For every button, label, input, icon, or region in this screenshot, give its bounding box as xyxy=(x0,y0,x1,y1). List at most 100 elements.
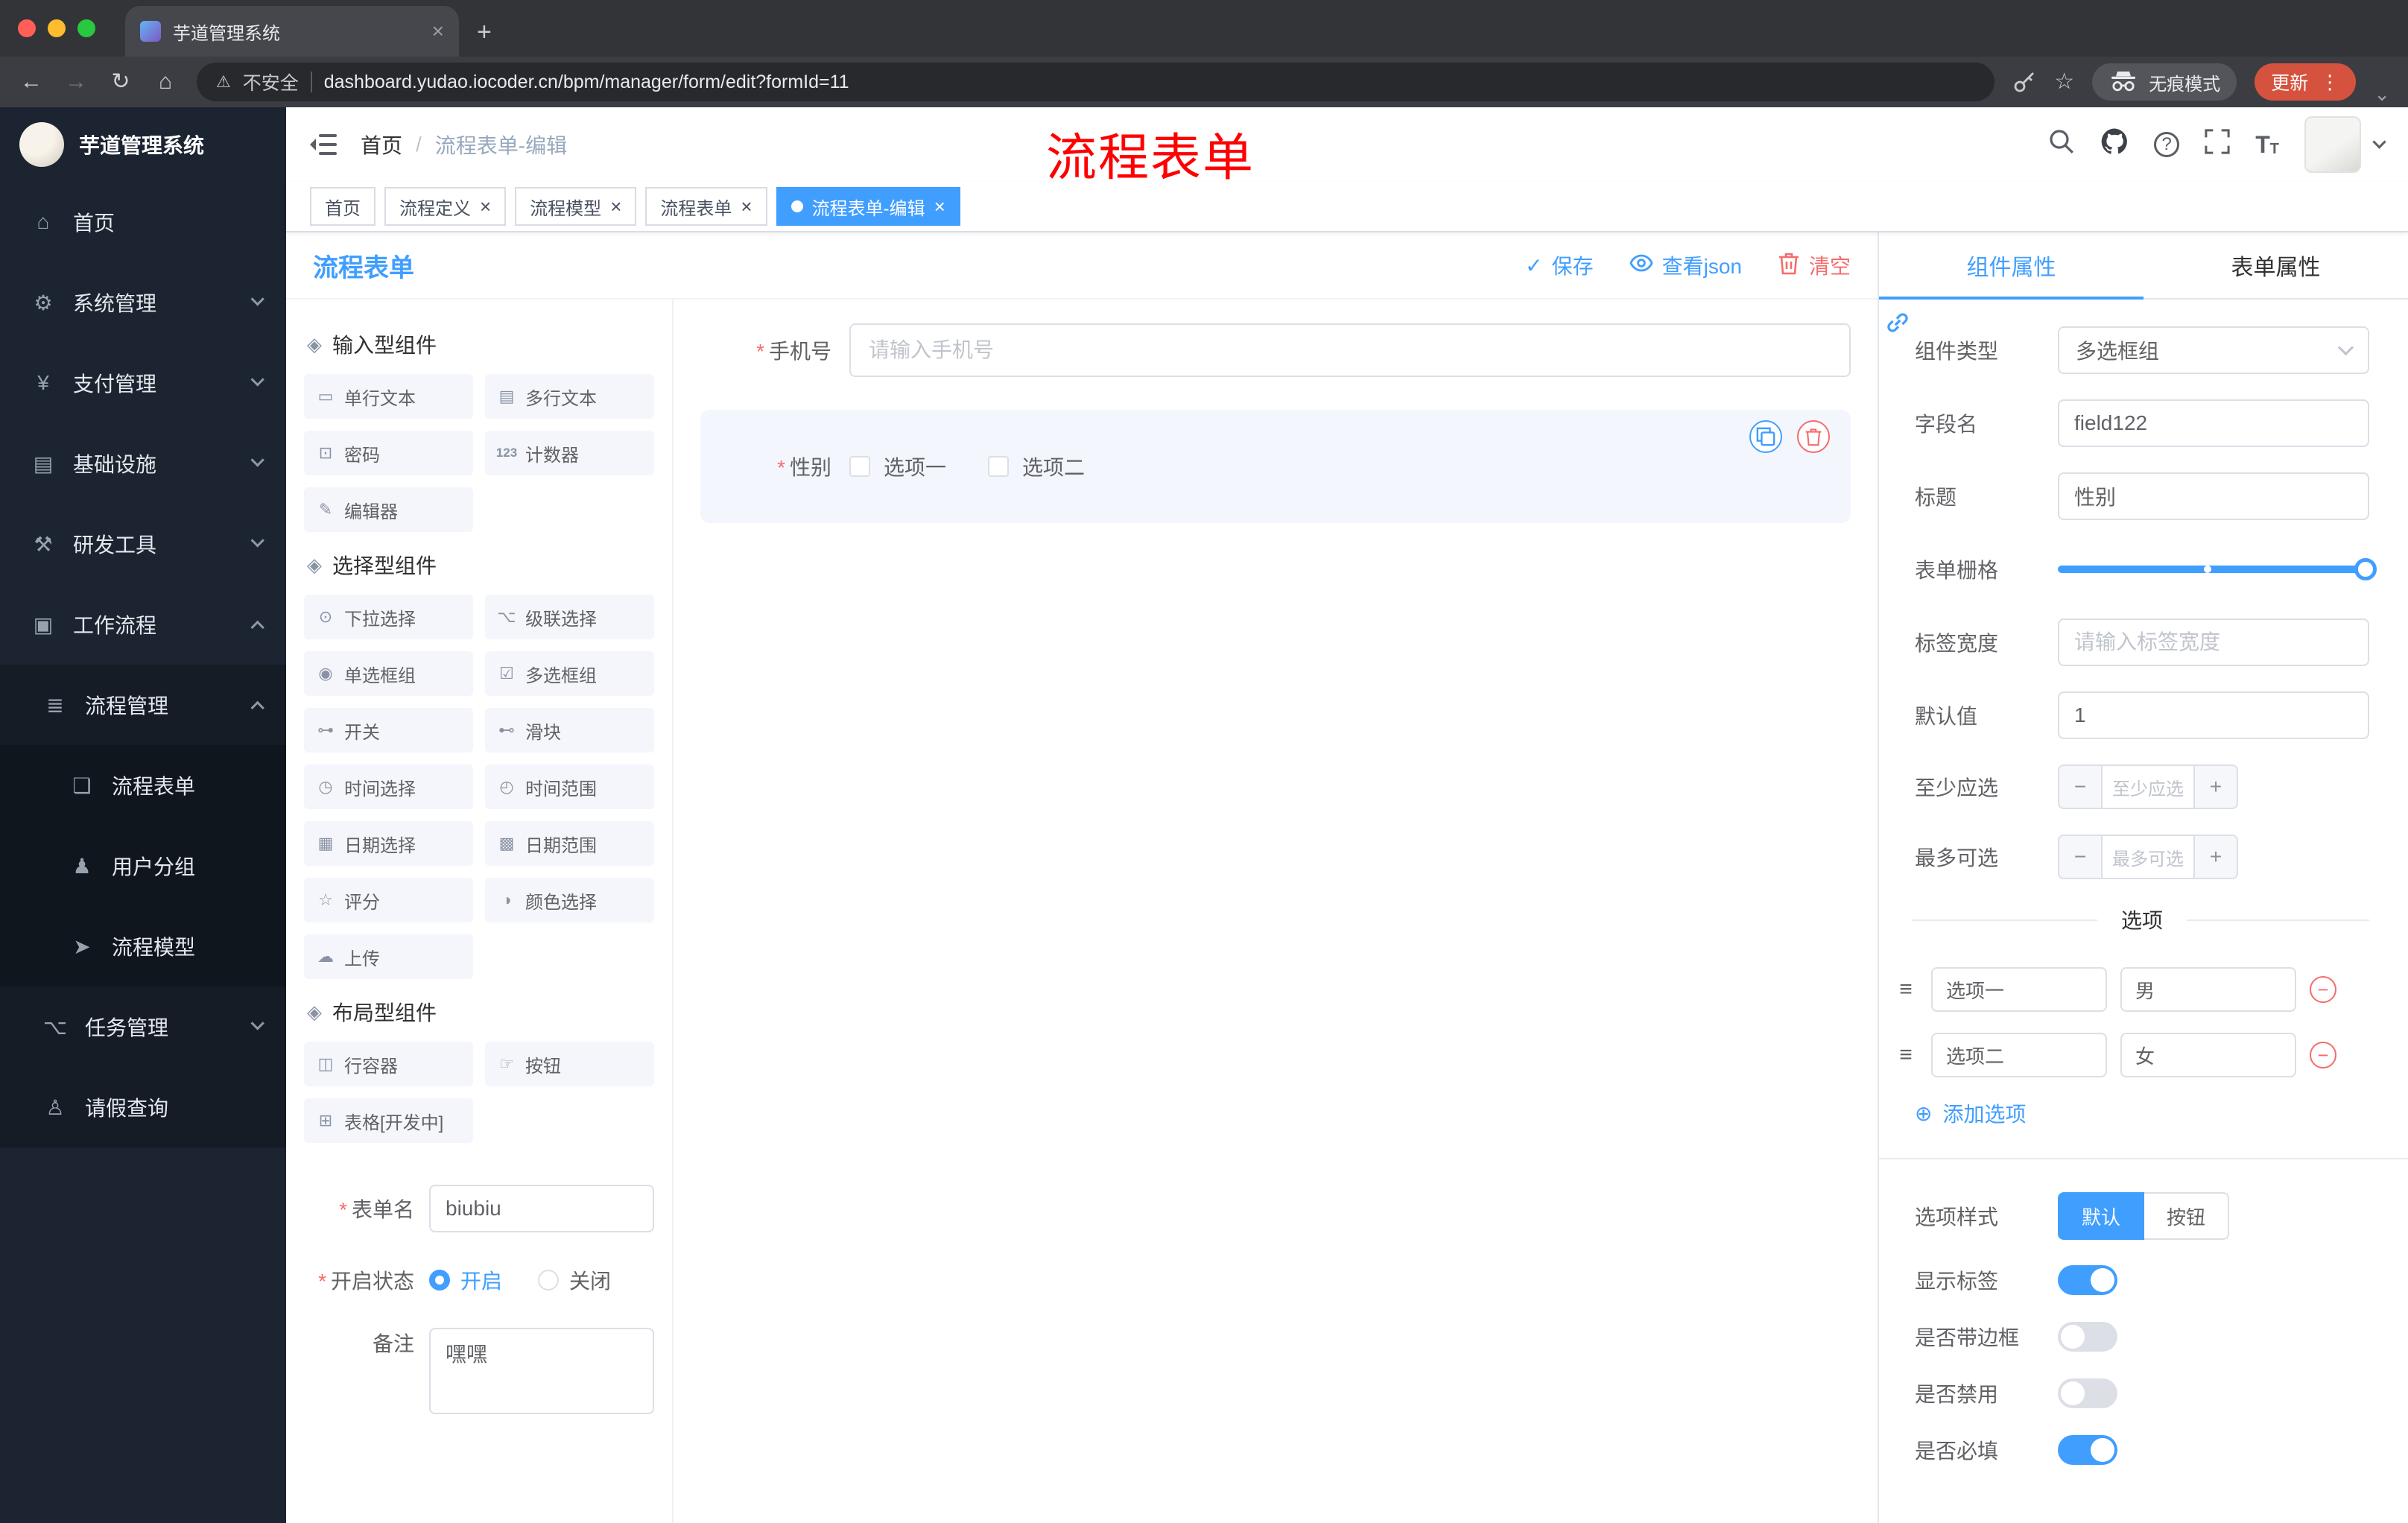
home-button[interactable]: ⌂ xyxy=(152,71,179,93)
disabled-switch[interactable] xyxy=(2058,1378,2117,1408)
increase-button[interactable]: + xyxy=(2193,836,2237,878)
tab-form-properties[interactable]: 表单属性 xyxy=(2144,232,2408,298)
sidebar-item-home[interactable]: ⌂ 首页 xyxy=(0,182,286,262)
default-value-input[interactable] xyxy=(2058,691,2369,739)
window-close-button[interactable] xyxy=(18,19,36,37)
palette-chip-editor[interactable]: ✎ 编辑器 xyxy=(304,487,473,532)
palette-chip-button[interactable]: ☞ 按钮 xyxy=(485,1042,654,1086)
tag-process-form[interactable]: 流程表单 × xyxy=(645,187,767,226)
palette-chip-cascader[interactable]: ⌥ 级联选择 xyxy=(485,595,654,639)
decrease-button[interactable]: − xyxy=(2059,766,2103,808)
field-name-input[interactable] xyxy=(2058,399,2369,447)
new-tab-button[interactable]: + xyxy=(477,19,492,45)
fullscreen-icon[interactable] xyxy=(2205,129,2230,160)
save-button[interactable]: ✓ 保存 xyxy=(1525,250,1593,280)
form-grid-slider[interactable] xyxy=(2058,545,2377,593)
option-2-label-input[interactable] xyxy=(1931,1033,2107,1077)
slider-handle[interactable] xyxy=(2354,558,2377,580)
phone-input[interactable] xyxy=(849,323,1851,377)
window-zoom-button[interactable] xyxy=(77,19,95,37)
palette-chip-password[interactable]: ⊡ 密码 xyxy=(304,431,473,475)
palette-chip-date-range[interactable]: ▩ 日期范围 xyxy=(485,821,654,866)
form-remark-textarea[interactable]: 嘿嘿 xyxy=(429,1328,654,1414)
help-icon[interactable]: ? xyxy=(2154,132,2180,157)
palette-chip-color-picker[interactable]: ◑ 颜色选择 xyxy=(485,878,654,922)
sidebar-item-workflow[interactable]: ▣ 工作流程 xyxy=(0,584,286,665)
tag-close-icon[interactable]: × xyxy=(741,197,752,216)
status-on-radio[interactable]: 开启 xyxy=(429,1265,502,1295)
link-icon[interactable] xyxy=(1885,310,1910,335)
forward-button[interactable]: → xyxy=(63,71,89,93)
drag-handle-icon[interactable]: ≡ xyxy=(1894,977,1918,1002)
window-minimize-button[interactable] xyxy=(48,19,66,37)
sidebar-item-process-form[interactable]: ❏ 流程表单 xyxy=(0,745,286,826)
palette-chip-row-container[interactable]: ◫ 行容器 xyxy=(304,1042,473,1086)
option-style-button-button[interactable]: 按钮 xyxy=(2144,1192,2230,1240)
tab-component-properties[interactable]: 组件属性 xyxy=(1879,232,2144,300)
sidebar-item-user-group[interactable]: ♟ 用户分组 xyxy=(0,826,286,906)
avatar-caret-icon[interactable] xyxy=(2372,134,2386,149)
palette-chip-slider[interactable]: ⊷ 滑块 xyxy=(485,708,654,753)
drag-handle-icon[interactable]: ≡ xyxy=(1894,1042,1918,1068)
address-bar[interactable]: ⚠ 不安全 dashboard.yudao.iocoder.cn/bpm/man… xyxy=(197,63,1995,101)
option-1-label-input[interactable] xyxy=(1931,967,2107,1012)
gender-option-1-checkbox[interactable]: 选项一 xyxy=(849,452,946,481)
remove-option-button[interactable]: − xyxy=(2310,976,2336,1003)
toolbar-caret-icon[interactable]: ⌄ xyxy=(2374,83,2390,106)
palette-chip-rate[interactable]: ☆ 评分 xyxy=(304,878,473,922)
gender-option-2-checkbox[interactable]: 选项二 xyxy=(988,452,1085,481)
gender-field-selected[interactable]: * 性别 选项一 选项二 xyxy=(700,410,1851,523)
label-width-input[interactable] xyxy=(2058,618,2369,666)
sidebar-item-process-model[interactable]: ➤ 流程模型 xyxy=(0,906,286,987)
sidebar-item-system-management[interactable]: ⚙ 系统管理 xyxy=(0,262,286,343)
palette-chip-select[interactable]: ⊙ 下拉选择 xyxy=(304,595,473,639)
tag-close-icon[interactable]: × xyxy=(610,197,621,216)
palette-chip-radio-group[interactable]: ◉ 单选框组 xyxy=(304,651,473,696)
palette-chip-single-line-text[interactable]: ▭ 单行文本 xyxy=(304,374,473,419)
decrease-button[interactable]: − xyxy=(2059,836,2103,878)
add-option-button[interactable]: ⊕ 添加选项 xyxy=(1915,1098,2369,1128)
sidebar-item-payment-management[interactable]: ¥ 支付管理 xyxy=(0,343,286,423)
github-icon[interactable] xyxy=(2100,127,2129,162)
tag-process-definition[interactable]: 流程定义 × xyxy=(384,187,507,226)
password-key-icon[interactable] xyxy=(2012,70,2036,94)
search-icon[interactable] xyxy=(2048,128,2075,161)
title-input[interactable] xyxy=(2058,472,2369,520)
border-switch[interactable] xyxy=(2058,1322,2117,1352)
tag-close-icon[interactable]: × xyxy=(934,197,945,216)
back-button[interactable]: ← xyxy=(18,71,45,93)
palette-chip-counter[interactable]: 123 计数器 xyxy=(485,431,654,475)
remove-option-button[interactable]: − xyxy=(2310,1042,2336,1068)
clear-button[interactable]: 清空 xyxy=(1778,250,1851,280)
copy-field-button[interactable] xyxy=(1749,420,1782,453)
reload-button[interactable]: ↻ xyxy=(107,71,134,93)
required-switch[interactable] xyxy=(2058,1435,2117,1465)
tag-home[interactable]: 首页 xyxy=(310,187,376,226)
tag-process-form-edit[interactable]: 流程表单-编辑 × xyxy=(776,187,960,226)
palette-chip-upload[interactable]: ☁ 上传 xyxy=(304,934,473,979)
increase-button[interactable]: + xyxy=(2193,766,2237,808)
status-off-radio[interactable]: 关闭 xyxy=(538,1265,611,1295)
show-label-switch[interactable] xyxy=(2058,1265,2117,1295)
breadcrumb-home[interactable]: 首页 xyxy=(361,130,402,159)
sidebar-item-dev-tools[interactable]: ⚒ 研发工具 xyxy=(0,504,286,584)
palette-chip-switch[interactable]: ⊶ 开关 xyxy=(304,708,473,753)
phone-field[interactable]: * 手机号 xyxy=(700,323,1851,377)
option-style-default-button[interactable]: 默认 xyxy=(2058,1192,2145,1240)
sidebar-item-infrastructure[interactable]: ▤ 基础设施 xyxy=(0,423,286,504)
sidebar-item-process-management[interactable]: ≣ 流程管理 xyxy=(0,665,286,745)
browser-tab[interactable]: 芋道管理系统 × xyxy=(125,6,459,57)
view-json-button[interactable]: 查看json xyxy=(1629,250,1742,280)
option-1-value-input[interactable] xyxy=(2120,967,2296,1012)
user-avatar[interactable] xyxy=(2304,116,2361,173)
font-size-icon[interactable]: TT xyxy=(2255,133,2279,156)
delete-field-button[interactable] xyxy=(1797,420,1830,453)
palette-chip-checkbox-group[interactable]: ☑ 多选框组 xyxy=(485,651,654,696)
sidebar-item-task-management[interactable]: ⌥ 任务管理 xyxy=(0,987,286,1067)
component-type-select[interactable]: 多选框组 xyxy=(2058,326,2369,374)
tag-close-icon[interactable]: × xyxy=(480,197,491,216)
sidebar-item-leave-query[interactable]: ♙ 请假查询 xyxy=(0,1067,286,1147)
update-button[interactable]: 更新 ⋮ xyxy=(2255,63,2357,101)
palette-chip-table[interactable]: ⊞ 表格[开发中] xyxy=(304,1098,473,1143)
browser-menu-icon[interactable]: ⋮ xyxy=(2320,71,2339,94)
